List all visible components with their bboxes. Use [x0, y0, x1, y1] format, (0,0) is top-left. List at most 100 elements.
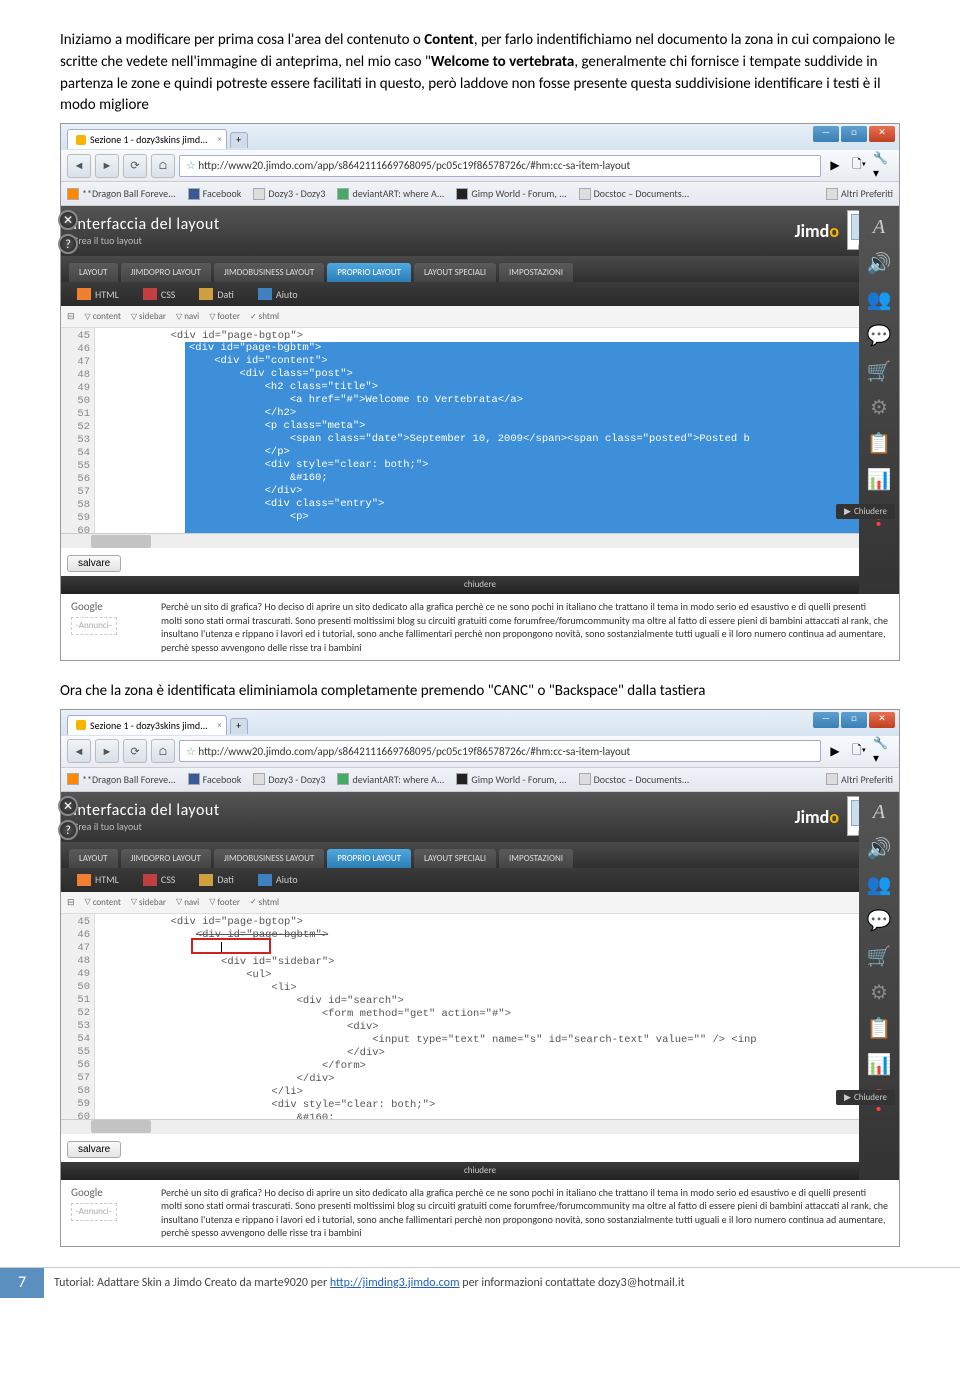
jimdo-close-icon[interactable]: ✕	[58, 210, 78, 230]
speaker-icon[interactable]: 🔊	[864, 834, 894, 864]
close-window-button[interactable]: ✕	[869, 126, 895, 142]
page-menu-icon[interactable]: 🗋▾	[849, 156, 869, 176]
clipboard-icon[interactable]: 📋	[864, 428, 894, 458]
forward-button[interactable]: ►	[95, 739, 119, 763]
bookmark-star-icon[interactable]: ▶	[825, 741, 845, 761]
jimdo-help-icon[interactable]: ?	[58, 820, 78, 840]
maximize-button[interactable]: □	[841, 126, 867, 142]
bookmark-item[interactable]: deviantART: where A...	[337, 773, 444, 786]
browser-tab[interactable]: Sezione 1 - dozy3skins jimd... ×	[67, 129, 227, 149]
tab-jimdopro[interactable]: JIMDOPRO LAYOUT	[121, 263, 211, 282]
speaker-icon[interactable]: 🔊	[864, 248, 894, 278]
bookmark-item[interactable]: **Dragon Ball Foreve...	[67, 187, 176, 200]
subtab-html[interactable]: HTML	[69, 286, 127, 303]
fold-footer[interactable]: ▽footer	[209, 897, 240, 908]
tab-close-icon[interactable]: ×	[217, 134, 221, 145]
bookmark-item[interactable]: Dozy3 - Dozy3	[253, 187, 325, 200]
fold-sidebar[interactable]: ▽sidebar	[131, 897, 166, 908]
subtab-aiuto[interactable]: Aiuto	[250, 871, 306, 888]
bookmark-item[interactable]: Docstoc – Documents...	[579, 773, 690, 786]
jimdo-close-icon[interactable]: ✕	[58, 796, 78, 816]
tab-proprio[interactable]: PROPRIO LAYOUT	[327, 263, 411, 282]
forward-button[interactable]: ►	[95, 154, 119, 178]
bookmark-item[interactable]: deviantART: where A...	[337, 187, 444, 200]
tab-jimdopro[interactable]: JIMDOPRO LAYOUT	[121, 849, 211, 868]
bookmark-item[interactable]: Gimp World - Forum, ...	[456, 773, 566, 786]
save-button[interactable]: salvare	[67, 1141, 121, 1158]
horizontal-scrollbar[interactable]	[61, 533, 899, 548]
cart-icon[interactable]: 🛒	[864, 942, 894, 972]
other-bookmarks[interactable]: Altri Preferiti	[826, 187, 893, 200]
new-tab-button[interactable]: +	[230, 132, 248, 148]
chiudere-side-button[interactable]: ▶ Chiudere	[836, 1090, 895, 1105]
chiudere-bar[interactable]: chiudere	[61, 1162, 899, 1180]
tab-speciali[interactable]: LAYOUT SPECIALI	[414, 849, 496, 868]
close-window-button[interactable]: ✕	[869, 712, 895, 728]
subtab-aiuto[interactable]: Aiuto	[250, 286, 306, 303]
chat-icon[interactable]: 💬	[864, 906, 894, 936]
other-bookmarks[interactable]: Altri Preferiti	[826, 773, 893, 786]
maximize-button[interactable]: □	[841, 712, 867, 728]
tab-jimdobusiness[interactable]: JIMDOBUSINESS LAYOUT	[214, 263, 324, 282]
users-icon[interactable]: 👥	[864, 284, 894, 314]
tab-jimdobusiness[interactable]: JIMDOBUSINESS LAYOUT	[214, 849, 324, 868]
bookmark-item[interactable]: Dozy3 - Dozy3	[253, 773, 325, 786]
code-area[interactable]: 45464748495051525354555657585960616263 <…	[61, 914, 899, 1119]
fold-shtml[interactable]: ✓shtml	[250, 897, 279, 908]
text-tool-icon[interactable]: A	[864, 212, 894, 242]
chiudere-bar[interactable]: chiudere	[61, 576, 899, 594]
horizontal-scrollbar[interactable]	[61, 1119, 899, 1134]
gear-icon[interactable]: ⚙	[864, 392, 894, 422]
minimize-button[interactable]: —	[813, 712, 839, 728]
fold-sidebar[interactable]: ▽sidebar	[131, 311, 166, 322]
collapse-icon[interactable]: ⊟	[67, 897, 75, 908]
tab-impostazioni[interactable]: IMPOSTAZIONI	[499, 849, 573, 868]
save-button[interactable]: salvare	[67, 555, 121, 572]
address-bar[interactable]: ☆ http://www20.jimdo.com/app/s8642111669…	[179, 740, 821, 762]
code-area[interactable]: 45464748495051525354555657585960616263 <…	[61, 328, 899, 533]
fold-footer[interactable]: ▽footer	[209, 311, 240, 322]
back-button[interactable]: ◄	[67, 154, 91, 178]
fold-content[interactable]: ▽content	[85, 897, 121, 908]
tab-speciali[interactable]: LAYOUT SPECIALI	[414, 263, 496, 282]
text-tool-icon[interactable]: A	[864, 798, 894, 828]
gear-icon[interactable]: ⚙	[864, 978, 894, 1008]
home-button[interactable]: ⌂	[151, 739, 175, 763]
tab-layout[interactable]: LAYOUT	[69, 263, 118, 282]
fold-navi[interactable]: ▽navi	[176, 311, 199, 322]
tab-proprio[interactable]: PROPRIO LAYOUT	[327, 849, 411, 868]
tab-close-icon[interactable]: ×	[217, 720, 221, 731]
subtab-dati[interactable]: Dati	[191, 871, 241, 888]
chat-icon[interactable]: 💬	[864, 320, 894, 350]
collapse-icon[interactable]: ⊟	[67, 311, 75, 322]
page-menu-icon[interactable]: 🗋▾	[849, 741, 869, 761]
new-tab-button[interactable]: +	[230, 718, 248, 734]
home-button[interactable]: ⌂	[151, 154, 175, 178]
fold-content[interactable]: ▽content	[85, 311, 121, 322]
jimdo-help-icon[interactable]: ?	[58, 234, 78, 254]
bookmark-item[interactable]: Facebook	[188, 187, 242, 200]
reload-button[interactable]: ⟳	[123, 154, 147, 178]
subtab-css[interactable]: CSS	[135, 871, 184, 888]
bookmark-item[interactable]: Facebook	[188, 773, 242, 786]
bookmark-star-icon[interactable]: ▶	[825, 156, 845, 176]
tab-impostazioni[interactable]: IMPOSTAZIONI	[499, 263, 573, 282]
bookmark-item[interactable]: **Dragon Ball Foreve...	[67, 773, 176, 786]
reload-button[interactable]: ⟳	[123, 739, 147, 763]
address-bar[interactable]: ☆ http://www20.jimdo.com/app/s8642111669…	[179, 155, 821, 177]
bookmark-item[interactable]: Docstoc – Documents...	[579, 187, 690, 200]
cart-icon[interactable]: 🛒	[864, 356, 894, 386]
wrench-icon[interactable]: 🔧▾	[873, 741, 893, 761]
subtab-css[interactable]: CSS	[135, 286, 184, 303]
fold-navi[interactable]: ▽navi	[176, 897, 199, 908]
minimize-button[interactable]: —	[813, 126, 839, 142]
bookmark-item[interactable]: Gimp World - Forum, ...	[456, 187, 566, 200]
chiudere-side-button[interactable]: ▶ Chiudere	[836, 504, 895, 519]
back-button[interactable]: ◄	[67, 739, 91, 763]
stats-icon[interactable]: 📊	[864, 464, 894, 494]
subtab-dati[interactable]: Dati	[191, 286, 241, 303]
fold-shtml[interactable]: ✓shtml	[250, 311, 279, 322]
wrench-icon[interactable]: 🔧▾	[873, 156, 893, 176]
clipboard-icon[interactable]: 📋	[864, 1014, 894, 1044]
footer-link[interactable]: http://jimding3.jimdo.com	[330, 1276, 460, 1290]
